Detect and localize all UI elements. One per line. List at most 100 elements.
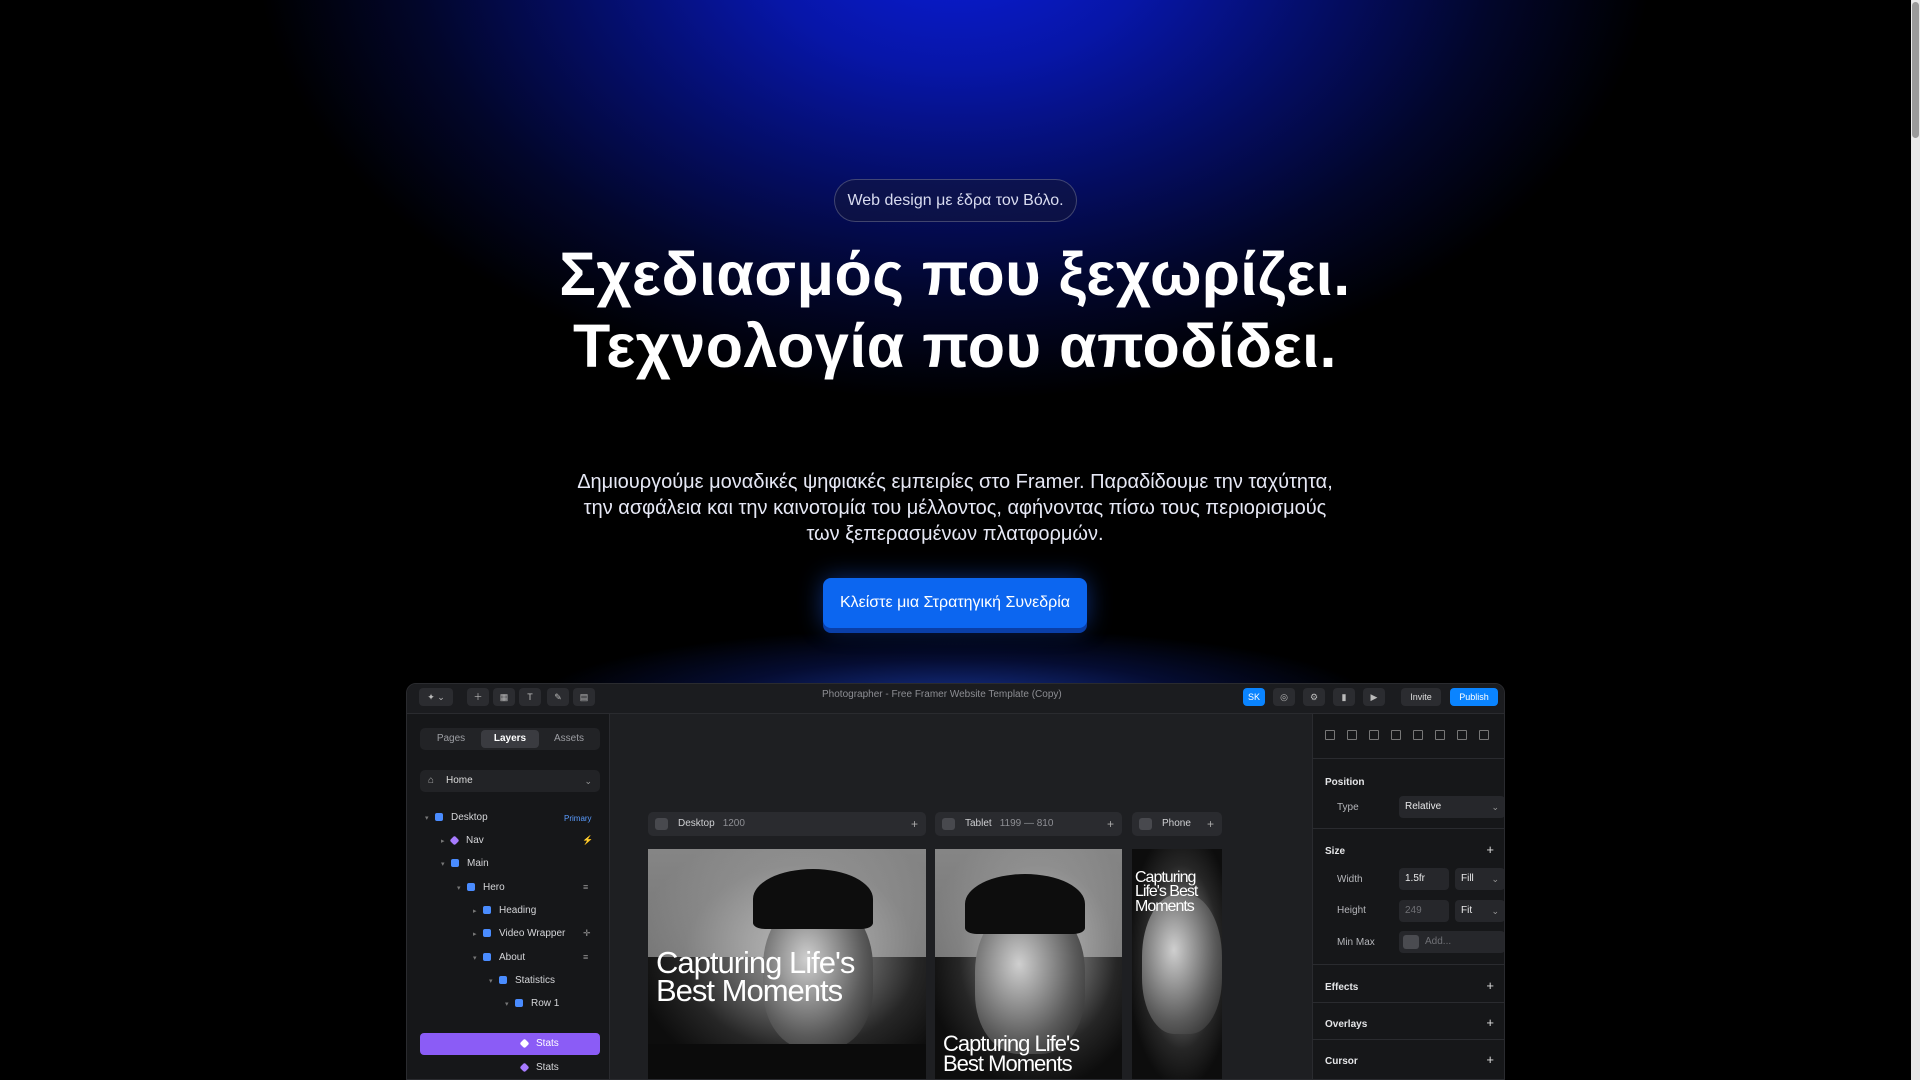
add-breakpoint-icon[interactable]: + — [1107, 812, 1114, 836]
page-background: Web design με έδρα τον Βόλο. Σχεδιασμός … — [0, 0, 1911, 1080]
page-select-value: Home — [446, 775, 473, 786]
sidebar-tabs: Pages Layers Assets — [420, 728, 600, 750]
align-bottom-icon[interactable] — [1435, 730, 1445, 740]
stack-icon: ≡ — [583, 882, 589, 892]
align-left-icon[interactable] — [1325, 730, 1335, 740]
add-cursor-icon[interactable]: + — [1486, 1052, 1494, 1067]
frame-icon — [483, 929, 491, 938]
layout-icon[interactable]: ▦ — [493, 688, 515, 706]
avatar[interactable]: SK — [1243, 688, 1265, 706]
add-effect-icon[interactable]: + — [1486, 978, 1494, 993]
add-overlay-icon[interactable]: + — [1486, 1015, 1494, 1030]
framer-editor-preview: ✦ ⌄ ＋ ▦ T ✎ ▤ Photographer - Free Framer… — [406, 683, 1505, 1080]
add-breakpoint-icon[interactable]: + — [1207, 812, 1214, 836]
width-label: Width — [1337, 874, 1363, 885]
framer-logo-icon: ✦ ⌄ — [427, 692, 445, 702]
layer-item[interactable]: ▾ About — [473, 948, 525, 968]
add-size-icon[interactable]: + — [1486, 842, 1494, 857]
insert-icon[interactable]: ＋ — [467, 688, 489, 706]
frame-icon — [483, 906, 491, 915]
breakpoint-header-desktop[interactable]: Desktop 1200 + — [648, 812, 926, 836]
minmax-icon — [1403, 935, 1419, 949]
globe-icon[interactable]: ◎ — [1273, 688, 1295, 706]
properties-panel: Position Type Relative ⌄ Size + Width 1.… — [1312, 714, 1504, 1079]
editor-canvas[interactable]: Desktop 1200 + Tablet 1199 — 810 + Phone +… — [610, 714, 1312, 1079]
frame-icon — [451, 859, 459, 868]
page-select[interactable]: ⌂ Home ⌄ — [420, 770, 600, 792]
frame-icon — [499, 976, 507, 985]
stack-icon: ≡ — [583, 952, 589, 962]
page-scrollbar[interactable] — [1911, 0, 1920, 1080]
position-section-label: Position — [1325, 777, 1365, 788]
hero-title: Σχεδιασμός που ξεχωρίζει. Τεχνολογία που… — [559, 240, 1351, 380]
width-mode-select[interactable]: Fill ⌄ — [1455, 868, 1504, 890]
hero-caption: Capturing Life's Best Moments — [656, 945, 855, 1008]
type-select[interactable]: Relative ⌄ — [1399, 796, 1504, 818]
width-input[interactable]: 1.5fr — [1399, 868, 1449, 890]
type-label: Type — [1337, 802, 1359, 813]
height-label: Height — [1337, 905, 1366, 916]
frame-icon — [467, 883, 475, 892]
layer-item[interactable]: ▾ Desktop — [425, 808, 488, 828]
framer-menu-button[interactable]: ✦ ⌄ — [419, 688, 453, 706]
alignment-toolbar — [1325, 730, 1495, 744]
tablet-preview-frame[interactable]: Capturing Life's Best Moments — [935, 849, 1122, 1079]
lightning-icon: ⚡ — [582, 835, 594, 845]
chevron-down-icon: ⌄ — [1491, 802, 1499, 812]
cursor-section-label: Cursor — [1325, 1056, 1358, 1067]
layer-item[interactable]: ▸ Heading — [473, 901, 536, 921]
height-mode-select[interactable]: Fit ⌄ — [1455, 900, 1504, 922]
tab-assets[interactable]: Assets — [540, 730, 598, 748]
location-pill: Web design με έδρα τον Βόλο. — [834, 179, 1077, 222]
preview-play-icon[interactable]: ▶ — [1363, 688, 1385, 706]
add-breakpoint-icon[interactable]: + — [911, 812, 918, 836]
invite-button[interactable]: Invite — [1401, 688, 1441, 706]
chevron-down-icon: ⌄ — [1491, 906, 1499, 916]
scrollbar-thumb[interactable] — [1912, 2, 1919, 138]
align-right-icon[interactable] — [1369, 730, 1379, 740]
layer-badge: Primary — [564, 814, 592, 823]
align-middle-icon[interactable] — [1413, 730, 1423, 740]
cms-icon[interactable]: ▤ — [573, 688, 595, 706]
size-section-label: Size — [1325, 846, 1346, 857]
desktop-preview-frame[interactable]: Capturing Life's Best Moments — [648, 849, 926, 1079]
layer-item[interactable]: ▾ Hero — [457, 878, 505, 898]
chevron-down-icon: ⌄ — [584, 776, 592, 786]
layer-item[interactable]: ▸ Nav — [441, 831, 484, 851]
frame-icon — [515, 999, 523, 1008]
minmax-label: Min Max — [1337, 937, 1375, 948]
project-title: Photographer - Free Framer Website Templ… — [822, 689, 1062, 700]
layer-item[interactable]: ▾ Row 1 — [505, 994, 559, 1014]
play-icon[interactable] — [655, 818, 668, 830]
layer-item-selected[interactable]: Stats — [519, 1034, 559, 1054]
align-top-icon[interactable] — [1391, 730, 1401, 740]
overlays-section-label: Overlays — [1325, 1019, 1368, 1030]
layers-sidebar: Pages Layers Assets ⌂ Home ⌄ ▾ Desktop Pr… — [407, 714, 610, 1079]
layer-item[interactable]: ▸ Video Wrapper — [473, 924, 565, 944]
distribute-horizontal-icon[interactable] — [1457, 730, 1467, 740]
breakpoint-header-phone[interactable]: Phone + — [1132, 812, 1222, 836]
play-icon[interactable] — [1139, 818, 1152, 830]
tab-pages[interactable]: Pages — [422, 730, 480, 748]
height-input[interactable]: 249 — [1399, 900, 1449, 922]
frame-icon — [435, 813, 443, 822]
chevron-down-icon: ⌄ — [1491, 874, 1499, 884]
book-session-button[interactable]: Κλείστε μια Στρατηγική Συνεδρία — [823, 578, 1087, 628]
pen-icon[interactable]: ✎ — [547, 688, 569, 706]
tab-layers[interactable]: Layers — [481, 730, 539, 748]
breakpoint-header-tablet[interactable]: Tablet 1199 — 810 + — [935, 812, 1122, 836]
editor-topbar: ✦ ⌄ ＋ ▦ T ✎ ▤ Photographer - Free Framer… — [407, 684, 1504, 714]
text-icon[interactable]: T — [519, 688, 541, 706]
analytics-icon[interactable]: ▮ — [1333, 688, 1355, 706]
effects-section-label: Effects — [1325, 982, 1359, 993]
phone-preview-frame[interactable]: Capturing Life's Best Moments — [1132, 849, 1222, 1079]
distribute-vertical-icon[interactable] — [1479, 730, 1489, 740]
minmax-input[interactable]: Add... — [1399, 931, 1504, 953]
layer-item[interactable]: ▾ Main — [441, 854, 489, 874]
settings-icon[interactable]: ⚙ — [1303, 688, 1325, 706]
play-icon[interactable] — [942, 818, 955, 830]
publish-button[interactable]: Publish — [1450, 688, 1498, 706]
layer-item[interactable]: ▾ Statistics — [489, 971, 555, 991]
align-center-icon[interactable] — [1347, 730, 1357, 740]
layer-item[interactable]: Stats — [519, 1058, 559, 1078]
